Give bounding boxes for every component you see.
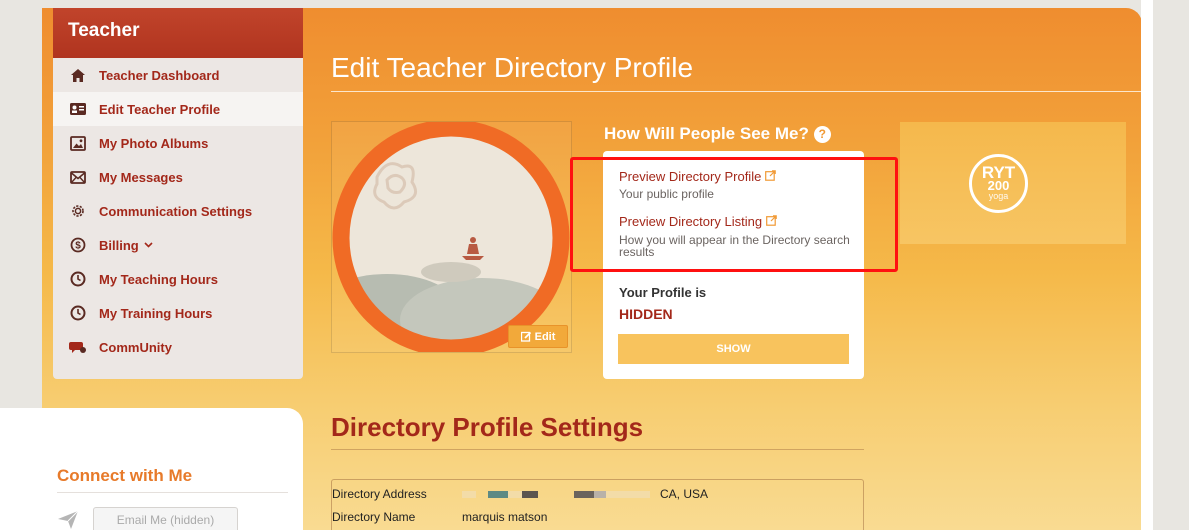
directory-name-row: Directory Name marquis matson: [332, 510, 547, 524]
clock-icon: [69, 304, 87, 322]
sidebar-item-label: My Training Hours: [99, 305, 213, 321]
highlight-annotation: [570, 157, 898, 272]
svg-text:$: $: [75, 241, 81, 252]
sidebar-item-label: My Photo Albums: [99, 135, 209, 151]
sidebar-item-teacher-dashboard[interactable]: Teacher Dashboard: [53, 58, 303, 92]
redacted-address: [462, 490, 650, 498]
profile-photo-frame: [331, 119, 572, 357]
help-icon[interactable]: ?: [813, 125, 831, 143]
directory-address-value: CA, USA: [660, 487, 709, 501]
send-icon: [57, 510, 79, 530]
sidebar-item-my-training-hours[interactable]: My Training Hours: [53, 296, 303, 330]
sidebar-item-label: CommUnity: [99, 339, 172, 355]
gear-icon: [69, 202, 87, 220]
directory-address-label: Directory Address: [332, 487, 427, 501]
visibility-card-title: How Will People See Me? ?: [604, 124, 831, 144]
edit-photo-button[interactable]: Edit: [508, 325, 568, 348]
sidebar-item-communication-settings[interactable]: Communication Settings: [53, 194, 303, 228]
chevron-down-icon: [144, 240, 153, 251]
page-strip-right: [1141, 0, 1153, 530]
email-hidden-label: (hidden): [170, 513, 215, 527]
email-me-label: Email Me: [116, 513, 167, 527]
sidebar-item-community[interactable]: CommUnity: [53, 330, 303, 364]
profile-status-label: Your Profile is: [619, 285, 707, 300]
section-divider: [331, 449, 864, 450]
connect-title: Connect with Me: [57, 466, 193, 485]
sidebar-item-label: My Messages: [99, 169, 183, 185]
directory-address-row: Directory Address CA, USA: [332, 487, 708, 501]
directory-name-value: marquis matson: [462, 510, 548, 524]
dollar-icon: $: [69, 236, 87, 254]
directory-name-label: Directory Name: [332, 510, 416, 524]
sidebar-item-billing[interactable]: $ Billing: [53, 228, 303, 262]
sidebar-item-label: My Teaching Hours: [99, 271, 218, 287]
directory-settings-title: Directory Profile Settings: [331, 412, 644, 442]
edit-icon: [520, 331, 532, 342]
id-card-icon: [69, 100, 87, 118]
sidebar-item-my-photo-albums[interactable]: My Photo Albums: [53, 126, 303, 160]
sidebar-item-label: Billing: [99, 237, 139, 253]
home-icon: [69, 66, 87, 84]
page-gutter-right: [1153, 0, 1189, 530]
connect-divider: [57, 492, 288, 493]
page-title: Edit Teacher Directory Profile: [331, 52, 694, 83]
sidebar-item-label: Edit Teacher Profile: [99, 101, 221, 117]
visibility-card-title-text: How Will People See Me?: [604, 124, 809, 143]
ryt-200-badge: RYT 200 yoga: [969, 154, 1028, 213]
show-profile-button[interactable]: SHOW: [618, 334, 849, 364]
sidebar-item-label: Communication Settings: [99, 203, 253, 219]
edit-photo-label: Edit: [534, 330, 556, 343]
teacher-sidebar: Teacher Teacher Dashboard Edit Teacher P…: [53, 8, 303, 379]
sidebar-item-label: Teacher Dashboard: [99, 67, 220, 83]
envelope-icon: [69, 168, 87, 186]
photo-icon: [69, 134, 87, 152]
clock-icon: [69, 270, 87, 288]
email-me-button[interactable]: Email Me (hidden): [93, 507, 238, 530]
badge-line-3: yoga: [988, 191, 1009, 201]
profile-status-value: HIDDEN: [619, 306, 673, 322]
sidebar-item-my-messages[interactable]: My Messages: [53, 160, 303, 194]
sidebar-item-my-teaching-hours[interactable]: My Teaching Hours: [53, 262, 303, 296]
chat-icon: [69, 338, 87, 356]
title-divider: [331, 91, 1141, 92]
sidebar-title: Teacher: [53, 8, 303, 58]
profile-photo: [332, 119, 570, 357]
sidebar-item-edit-teacher-profile[interactable]: Edit Teacher Profile: [53, 92, 303, 126]
